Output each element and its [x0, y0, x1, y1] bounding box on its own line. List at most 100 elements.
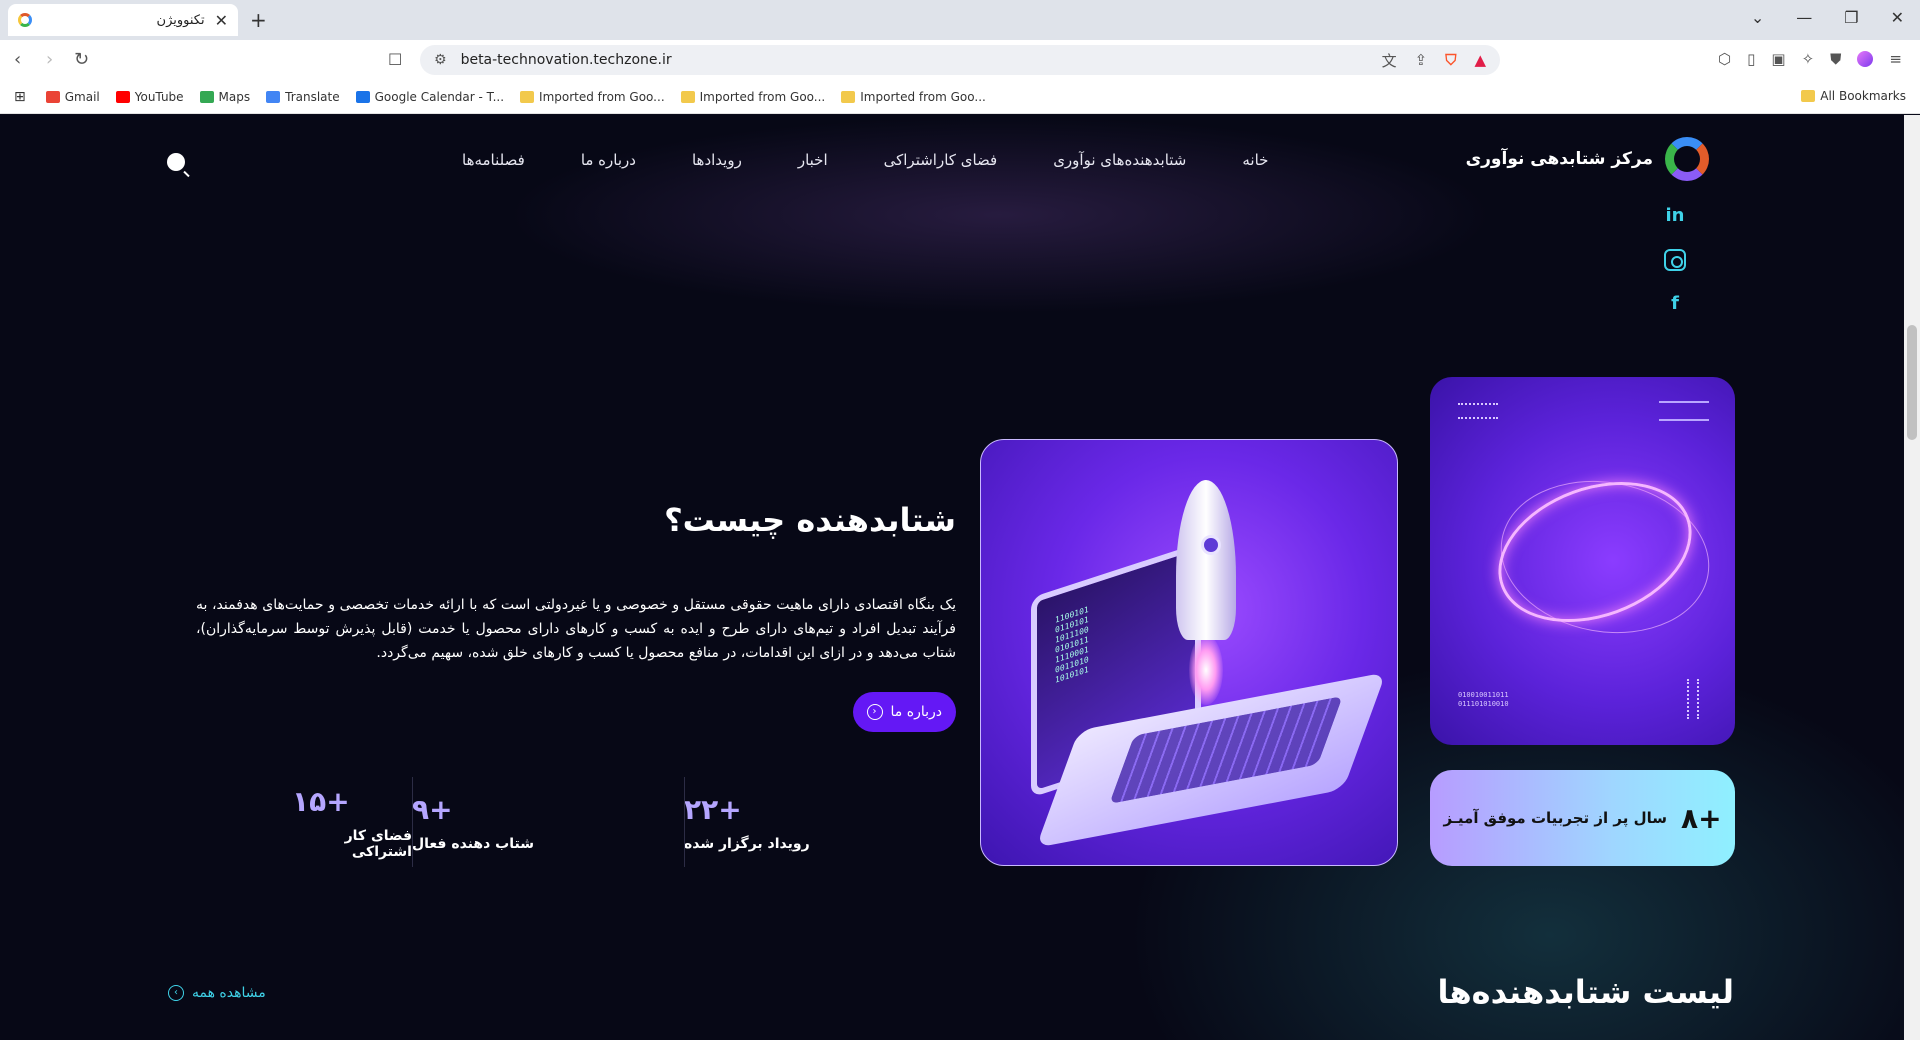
vpn-icon[interactable]: ⛊ — [1830, 50, 1841, 68]
tab-search-icon[interactable]: ⌄ — [1751, 8, 1764, 27]
rocket-icon — [1176, 480, 1236, 640]
folder-icon — [841, 90, 856, 103]
brave-shields-icon[interactable]: ⛉ — [1445, 51, 1456, 69]
translate-bookmark-icon — [266, 90, 281, 103]
logo-ring-icon — [1665, 137, 1709, 181]
nav-news[interactable]: اخبار — [798, 151, 828, 169]
nav-accelerators[interactable]: شتابدهنده‌های نوآوری — [1053, 151, 1186, 169]
bookmark-folder[interactable]: Imported from Goo... — [520, 90, 665, 104]
about-us-button[interactable]: درباره ما ‹ — [852, 692, 956, 732]
scroll-thumb[interactable] — [1907, 325, 1917, 440]
about-us-label: درباره ما — [890, 704, 942, 720]
stat-events: +۲۲ رویداد برگزار شده — [684, 777, 956, 867]
share-icon[interactable]: ⇪ — [1415, 51, 1428, 69]
stat-divider — [412, 777, 413, 867]
stat-label: فضای کار اشتراکی — [344, 827, 412, 860]
nav-home[interactable]: خانه — [1242, 151, 1268, 169]
stat-number: +۲۲ — [684, 792, 742, 826]
stat-label: رویداد برگزار شده — [684, 835, 810, 852]
sidebar-icon[interactable]: ▯ — [1747, 50, 1755, 68]
site-logo[interactable]: مرکز شتابدهی نوآوری — [1466, 137, 1709, 181]
reload-icon[interactable]: ↻ — [74, 49, 89, 70]
bookmark-calendar[interactable]: Google Calendar - T... — [355, 90, 504, 104]
view-all-label: مشاهده همه — [192, 985, 266, 1001]
youtube-icon — [115, 90, 130, 103]
folder-icon — [1801, 90, 1816, 102]
bookmark-folder[interactable]: Imported from Goo... — [680, 90, 825, 104]
nav-quarterlies[interactable]: فصلنامه‌ها — [462, 151, 525, 169]
address-bar[interactable]: ⚙ beta-technovation.techzone.ir 文 ⇪ ⛉ ▲ — [420, 45, 1500, 75]
bookmark-folder[interactable]: Imported from Goo... — [841, 90, 986, 104]
folder-icon — [520, 90, 535, 103]
stat-number: +۹ — [412, 792, 453, 826]
bars-decoration — [1687, 679, 1699, 719]
maps-icon — [199, 90, 214, 103]
restore-icon[interactable]: ❐ — [1844, 8, 1858, 27]
rocket-laptop-illustration: 1100101 0110101 1011100 0101011 1110001 … — [980, 439, 1398, 866]
all-bookmarks[interactable]: All Bookmarks — [1801, 89, 1906, 103]
web-page: مرکز شتابدهی نوآوری خانه شتابدهنده‌های ن… — [0, 115, 1904, 1040]
stat-label: شتاب دهنده فعال — [412, 835, 534, 852]
site-header: مرکز شتابدهی نوآوری خانه شتابدهنده‌های ن… — [0, 115, 1904, 211]
main-nav: خانه شتابدهنده‌های نوآوری فضای کاراشتراک… — [462, 151, 1268, 169]
gmail-icon — [45, 90, 60, 103]
profile-avatar[interactable] — [1857, 51, 1874, 67]
bookmark-youtube[interactable]: YouTube — [115, 90, 184, 104]
arrow-left-icon: ‹ — [168, 985, 184, 1001]
experience-text: سال پر از تجربیات موفق آمیـز — [1443, 809, 1667, 827]
stat-number: +۱۵ — [292, 784, 350, 818]
arrow-left-icon: ‹ — [866, 704, 883, 720]
stat-divider — [684, 777, 685, 867]
facebook-icon[interactable]: f — [1664, 293, 1686, 315]
page-scrollbar[interactable] — [1904, 115, 1920, 1040]
orbit-ring-icon — [1478, 456, 1712, 648]
site-info-icon[interactable]: ⚙ — [434, 52, 447, 68]
rocket-flame — [1189, 635, 1223, 705]
binary-text: 010010011011 011101010010 — [1458, 691, 1509, 708]
bookmark-gmail[interactable]: Gmail — [45, 90, 100, 104]
close-window-icon[interactable]: ✕ — [1891, 8, 1904, 27]
nav-coworking[interactable]: فضای کاراشتراکی — [884, 151, 998, 169]
orbit-illustration: 010010011011 011101010010 — [1430, 377, 1735, 745]
brave-rewards-icon[interactable]: ▲ — [1474, 51, 1486, 69]
bookmark-maps[interactable]: Maps — [199, 90, 250, 104]
accelerators-list-title: لیست شتابدهنده‌ها — [1437, 973, 1734, 1011]
code-text: 1100101 0110101 1011100 0101011 1110001 … — [1055, 604, 1089, 685]
menu-icon[interactable]: ≡ — [1889, 50, 1902, 68]
hero-description: یک بنگاه اقتصادی دارای ماهیت حقوقی مستقل… — [196, 597, 956, 661]
bookmarks-bar: ⊞ Gmail YouTube Maps Translate Google Ca… — [0, 80, 1920, 114]
close-tab-icon[interactable]: ✕ — [215, 11, 228, 30]
apps-grid-icon[interactable]: ⊞ — [14, 89, 26, 105]
new-tab-icon[interactable]: + — [250, 8, 267, 32]
rocket-window — [1201, 535, 1221, 555]
browser-tab[interactable]: تکنوویژن ✕ — [8, 4, 238, 36]
instagram-icon[interactable] — [1664, 249, 1686, 271]
stat-accelerators: +۹ شتاب دهنده فعال — [412, 777, 684, 867]
minimize-icon[interactable]: — — [1796, 8, 1812, 27]
experience-number: +۸ — [1680, 801, 1722, 835]
tab-title: تکنوویژن — [156, 12, 205, 28]
translate-icon[interactable]: 文 — [1382, 50, 1397, 71]
hero-title: شتابدهنده چیست؟ — [664, 501, 956, 539]
nav-about[interactable]: درباره ما — [581, 151, 636, 169]
stat-coworking: +۱۵ فضای کار اشتراکی — [292, 777, 412, 867]
extensions-icon[interactable]: ⬡ — [1718, 50, 1731, 68]
leo-ai-icon[interactable]: ✧ — [1802, 50, 1815, 68]
folder-icon — [680, 90, 695, 103]
social-links: in f — [1664, 205, 1686, 315]
wallet-icon[interactable]: ▣ — [1771, 50, 1785, 68]
experience-card: +۸ سال پر از تجربیات موفق آمیـز — [1430, 770, 1735, 866]
browser-toolbar: ‹ › ↻ ☐ ⚙ beta-technovation.techzone.ir … — [0, 40, 1920, 80]
window-controls: ⌄ — ❐ ✕ — [1751, 8, 1904, 27]
tab-strip: تکنوویژن ✕ + ⌄ — ❐ ✕ — [0, 0, 1920, 40]
forward-icon[interactable]: › — [46, 49, 53, 70]
back-icon[interactable]: ‹ — [14, 49, 21, 70]
linkedin-icon[interactable]: in — [1664, 205, 1686, 227]
nav-events[interactable]: رویدادها — [692, 151, 742, 169]
bookmark-translate[interactable]: Translate — [266, 90, 340, 104]
calendar-icon — [355, 90, 370, 103]
bookmark-page-icon[interactable]: ☐ — [388, 50, 402, 69]
search-icon[interactable] — [167, 153, 185, 171]
view-all-link[interactable]: ‹ مشاهده همه — [168, 985, 266, 1001]
url-text[interactable]: beta-technovation.techzone.ir — [461, 52, 1382, 68]
